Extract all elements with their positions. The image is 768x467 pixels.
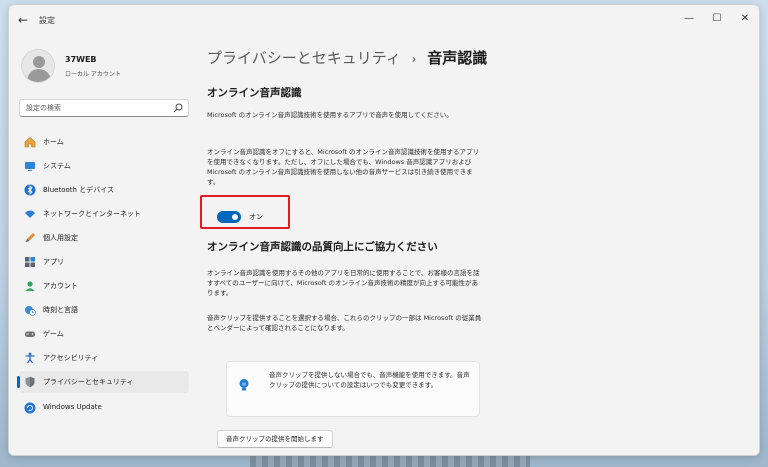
- arrow-left-icon: ←: [17, 13, 29, 27]
- online-speech-toggle-row: オン: [207, 203, 291, 227]
- sidebar-item-bluetooth[interactable]: Bluetooth とデバイス: [19, 179, 189, 201]
- wifi-icon: [23, 207, 37, 221]
- profile-name: 37WEB: [65, 55, 97, 64]
- content-pane: プライバシーとセキュリティ › 音声認識 オンライン音声認識 Microsoft…: [199, 35, 759, 455]
- search-icon: [173, 103, 183, 113]
- sidebar-item-system[interactable]: システム: [19, 155, 189, 177]
- sidebar-item-apps[interactable]: アプリ: [19, 251, 189, 273]
- account-icon: [23, 279, 37, 293]
- page-title: プライバシーとセキュリティ › 音声認識: [207, 47, 487, 68]
- sidebar-item-personalization[interactable]: 個人用設定: [19, 227, 189, 249]
- shield-icon: [23, 375, 37, 389]
- taskbar-peek: [250, 456, 530, 467]
- sidebar-item-time-language[interactable]: 時刻と言語: [19, 299, 189, 321]
- close-button[interactable]: ✕: [733, 11, 757, 27]
- search-placeholder: 設定の検索: [26, 104, 61, 112]
- section-online-speech-detail: オンライン音声認識をオフにすると、Microsoft のオンライン音声認識技術を…: [207, 148, 479, 186]
- monitor-icon: [23, 159, 37, 173]
- info-card-text: 音声クリップを提供しない場合でも、音声機能を使用できます。音声クリップの提供につ…: [269, 371, 470, 389]
- maximize-button[interactable]: ☐: [705, 11, 729, 27]
- sidebar-item-network[interactable]: ネットワークとインターネット: [19, 203, 189, 225]
- toggle-knob: [232, 214, 238, 220]
- sidebar-item-gaming[interactable]: ゲーム: [19, 323, 189, 345]
- accessibility-icon: [23, 351, 37, 365]
- bluetooth-icon: [23, 183, 37, 197]
- minimize-button[interactable]: —: [677, 11, 701, 27]
- avatar: [21, 49, 55, 83]
- title-bar: ← 設定 — ☐ ✕: [9, 5, 759, 35]
- breadcrumb-current: 音声認識: [427, 49, 488, 67]
- info-card: 音声クリップを提供しない場合でも、音声機能を使用できます。音声クリップの提供につ…: [226, 361, 480, 417]
- close-icon: ✕: [740, 13, 750, 24]
- sidebar-item-accounts[interactable]: アカウント: [19, 275, 189, 297]
- breadcrumb-separator: ›: [411, 52, 417, 66]
- section-improve-title: オンライン音声認識の品質向上にご協力ください: [207, 241, 438, 253]
- section-improve-desc: オンライン音声認識を使用するその他のアプリを日常的に使用することで、お客様の言語…: [207, 269, 480, 297]
- search-input[interactable]: 設定の検索: [19, 99, 189, 117]
- apps-icon: [23, 255, 37, 269]
- sidebar-item-privacy-security[interactable]: プライバシーとセキュリティ: [17, 371, 189, 393]
- sidebar-item-windows-update[interactable]: Windows Update: [19, 397, 189, 419]
- back-button[interactable]: ←: [15, 13, 31, 27]
- gamepad-icon: [23, 327, 37, 341]
- profile-account-type: ローカル アカウント: [65, 71, 121, 78]
- online-speech-toggle[interactable]: [217, 211, 241, 223]
- sidebar: 37WEB ローカル アカウント 設定の検索 ホーム システム Bluetoot…: [9, 35, 199, 455]
- section-improve-review: 音声クリップを提供することを選択する場合、これらのクリップの一部は Micros…: [207, 314, 482, 332]
- sidebar-item-accessibility[interactable]: アクセシビリティ: [19, 347, 189, 369]
- section-online-speech-title: オンライン音声認識: [207, 87, 302, 99]
- sidebar-item-home[interactable]: ホーム: [19, 131, 189, 153]
- breadcrumb-parent[interactable]: プライバシーとセキュリティ: [207, 49, 401, 67]
- maximize-icon: ☐: [712, 13, 722, 24]
- home-icon: [23, 135, 37, 149]
- section-online-speech-desc: Microsoft のオンライン音声認識技術を使用するアプリで音声を使用してくだ…: [207, 111, 453, 119]
- minimize-icon: —: [684, 13, 694, 24]
- update-icon: [23, 401, 37, 415]
- settings-window: ← 設定 — ☐ ✕ 37WEB ローカル アカウント 設定の検索 ホーム シス…: [8, 4, 760, 456]
- start-voice-clips-button[interactable]: 音声クリップの提供を開始します: [217, 430, 333, 448]
- toggle-label: オン: [249, 213, 263, 221]
- profile[interactable]: 37WEB ローカル アカウント: [21, 49, 191, 85]
- lightbulb-icon: [239, 379, 249, 391]
- globe-clock-icon: [23, 303, 37, 317]
- pencil-icon: [23, 231, 37, 245]
- app-title: 設定: [39, 16, 55, 25]
